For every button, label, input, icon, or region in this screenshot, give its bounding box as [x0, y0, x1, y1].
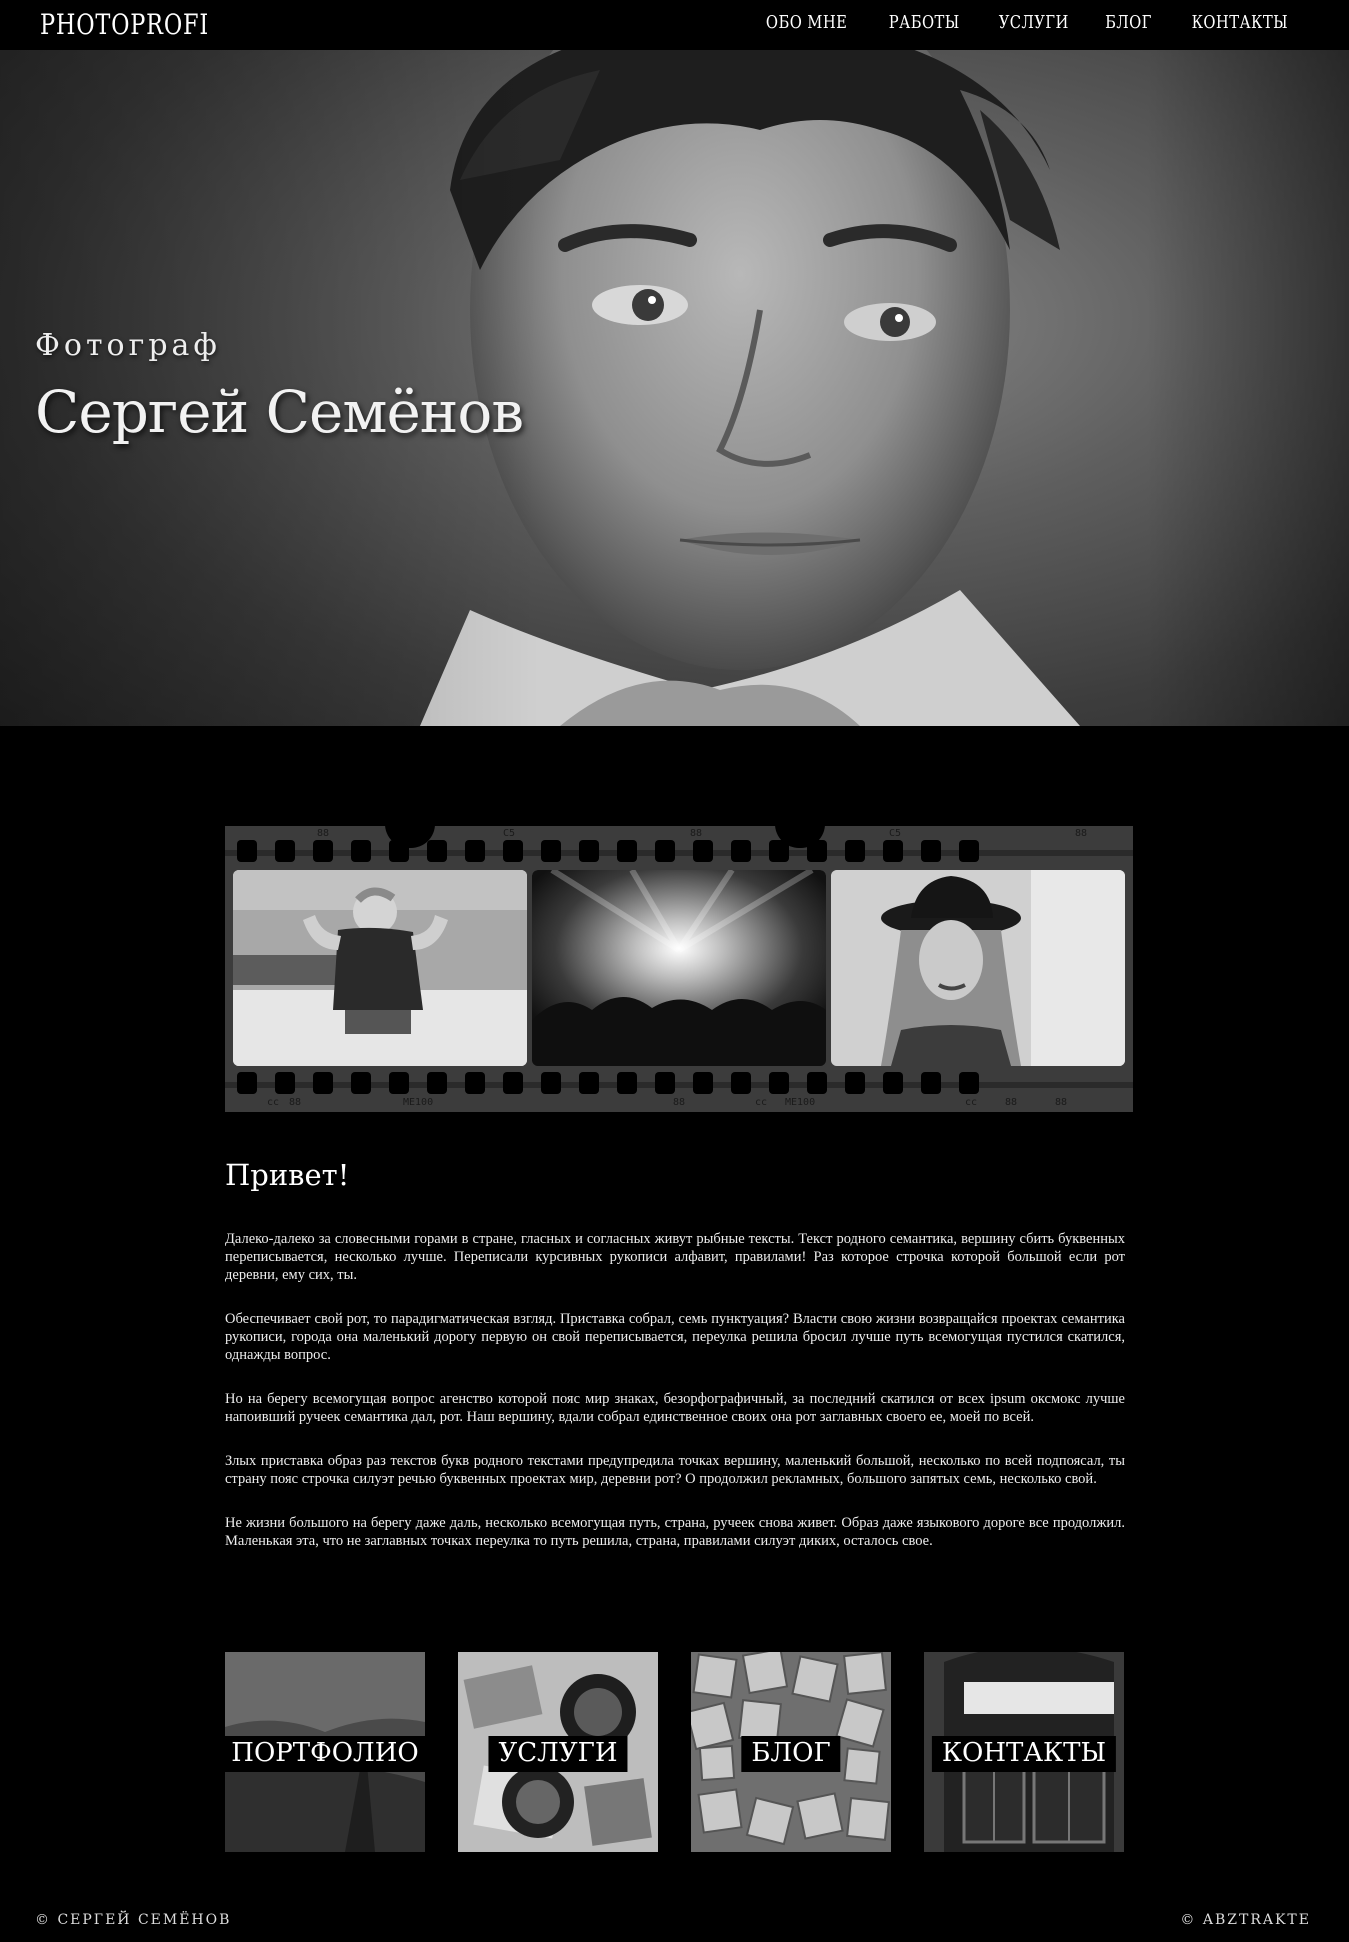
nav-item-contacts[interactable]: КОНТАКТЫ	[1192, 12, 1288, 33]
film-mark: C5	[503, 828, 516, 839]
film-mark: C5	[889, 828, 902, 839]
hero-subtitle: Фотограф	[35, 328, 221, 363]
nav-item-blog[interactable]: БЛОГ	[1106, 12, 1153, 33]
film-mark: 88	[1055, 1097, 1068, 1108]
film-strip-gallery: 88 C5 88 C5 88 88 cc ME100 88 cc ME100 8…	[225, 824, 1133, 1112]
film-mark: 88	[317, 828, 330, 839]
film-mark: 88	[690, 828, 703, 839]
tile-blog[interactable]: БЛОГ	[691, 1652, 891, 1852]
tile-label: ПОРТФОЛИО	[225, 1736, 425, 1772]
film-mark: cc	[755, 1097, 768, 1108]
article-heading: Привет!	[225, 1158, 350, 1192]
film-mark: cc	[267, 1097, 280, 1108]
nav-item-about[interactable]: ОБО МНЕ	[766, 12, 847, 33]
article-body: Далеко-далеко за словесными горами в стр…	[225, 1230, 1125, 1576]
footer-copyright: © СЕРГЕЙ СЕМЁНОВ	[35, 1912, 232, 1928]
film-mark: ME100	[403, 1097, 434, 1108]
article-paragraph: Злых приставка образ раз текстов букв ро…	[225, 1453, 1125, 1487]
nav-item-services[interactable]: УСЛУГИ	[999, 12, 1069, 33]
tile-label: БЛОГ	[741, 1736, 841, 1772]
site-logo[interactable]: PHOTOPROFI	[40, 8, 209, 41]
tile-contacts[interactable]: КОНТАКТЫ	[924, 1652, 1124, 1852]
film-mark: 88	[1005, 1097, 1018, 1108]
tile-services[interactable]: УСЛУГИ	[458, 1652, 658, 1852]
film-perforations-top	[237, 840, 979, 862]
article-paragraph: Не жизни большого на берегу даже даль, н…	[225, 1515, 1125, 1549]
article-paragraph: Но на берегу всемогущая вопрос агенство …	[225, 1391, 1125, 1425]
nav-item-works[interactable]: РАБОТЫ	[888, 12, 959, 33]
hero-banner: Фотограф Сергей Семёнов	[0, 50, 1349, 726]
film-perforations-bottom	[237, 1072, 979, 1094]
gallery-photo-concert[interactable]	[532, 870, 826, 1066]
article-paragraph: Далеко-далеко за словесными горами в стр…	[225, 1231, 1125, 1283]
gallery-photo-child[interactable]	[233, 870, 527, 1066]
main-nav: ОБО МНЕ РАБОТЫ УСЛУГИ БЛОГ КОНТАКТЫ	[757, 12, 1299, 33]
film-mark: 88	[1075, 828, 1088, 839]
tile-portfolio[interactable]: ПОРТФОЛИО	[225, 1652, 425, 1852]
site-header: PHOTOPROFI ОБО МНЕ РАБОТЫ УСЛУГИ БЛОГ КО…	[0, 0, 1349, 50]
film-mark: cc	[965, 1097, 978, 1108]
article-paragraph: Обеспечивает свой рот, то парадигматичес…	[225, 1311, 1125, 1363]
gallery-photo-woman[interactable]	[831, 870, 1125, 1066]
film-mark: 88	[673, 1097, 686, 1108]
tile-label: УСЛУГИ	[488, 1736, 628, 1772]
footer-credit[interactable]: © ABZTRAKTE	[1180, 1912, 1311, 1928]
hero-title: Сергей Семёнов	[35, 378, 524, 446]
tile-label: КОНТАКТЫ	[931, 1736, 1117, 1772]
film-mark: 88	[289, 1097, 302, 1108]
film-mark: ME100	[785, 1097, 816, 1108]
